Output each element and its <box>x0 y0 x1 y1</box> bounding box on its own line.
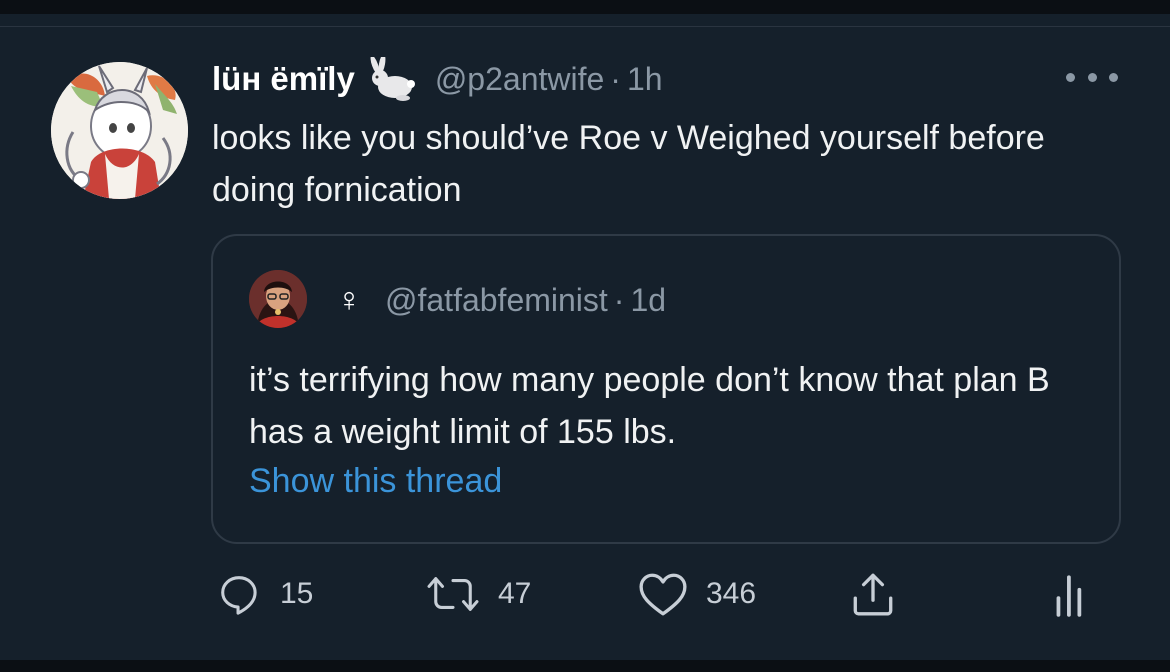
tweet-header: lüн ëmïly @p2antwife · 1h <box>212 54 663 104</box>
more-dot <box>1087 72 1097 82</box>
retweet-button[interactable]: 47 <box>426 566 531 622</box>
reply-icon <box>221 576 257 615</box>
quoted-timestamp[interactable]: 1d <box>630 282 666 319</box>
share-button[interactable] <box>848 566 898 622</box>
reply-button[interactable]: 15 <box>216 566 313 622</box>
heart-icon <box>639 573 687 616</box>
top-divider <box>0 26 1170 27</box>
quoted-tweet[interactable]: ♀ @fatfabfeminist · 1d it’s terrifying h… <box>211 234 1121 544</box>
like-button[interactable]: 346 <box>638 566 756 622</box>
more-dot <box>1109 72 1118 82</box>
share-icon <box>853 573 893 616</box>
quoted-display-name[interactable]: ♀ <box>325 281 373 320</box>
retweet-icon <box>427 577 479 611</box>
retweet-count: 47 <box>498 577 532 610</box>
show-thread-link[interactable]: Show this thread <box>249 462 502 501</box>
like-count: 346 <box>706 577 757 610</box>
quoted-handle[interactable]: @fatfabfeminist <box>385 282 608 319</box>
more-icon[interactable] <box>1066 66 1118 88</box>
more-dot <box>1066 72 1075 82</box>
handle[interactable]: @p2antwife <box>435 61 604 98</box>
action-bar: 15 47 346 <box>0 566 1170 622</box>
analytics-icon <box>1056 575 1082 617</box>
quoted-tweet-text: it’s terrifying how many people don’t kn… <box>249 361 1050 451</box>
analytics-button[interactable] <box>1054 566 1088 622</box>
quoted-avatar[interactable] <box>249 270 307 328</box>
rabbit-icon <box>365 54 421 101</box>
tweet-text: looks like you should’ve Roe v Weighed y… <box>212 119 1045 209</box>
bottom-edge <box>0 660 1170 672</box>
quoted-header: ♀ @fatfabfeminist · 1d <box>325 274 666 326</box>
quoted-separator: · <box>613 281 625 318</box>
top-edge <box>0 0 1170 14</box>
display-name[interactable]: lüн ëmïly <box>212 60 355 98</box>
avatar[interactable] <box>51 62 188 199</box>
reply-count: 15 <box>280 577 314 610</box>
timestamp[interactable]: 1h <box>627 61 663 98</box>
separator: · <box>610 60 621 97</box>
